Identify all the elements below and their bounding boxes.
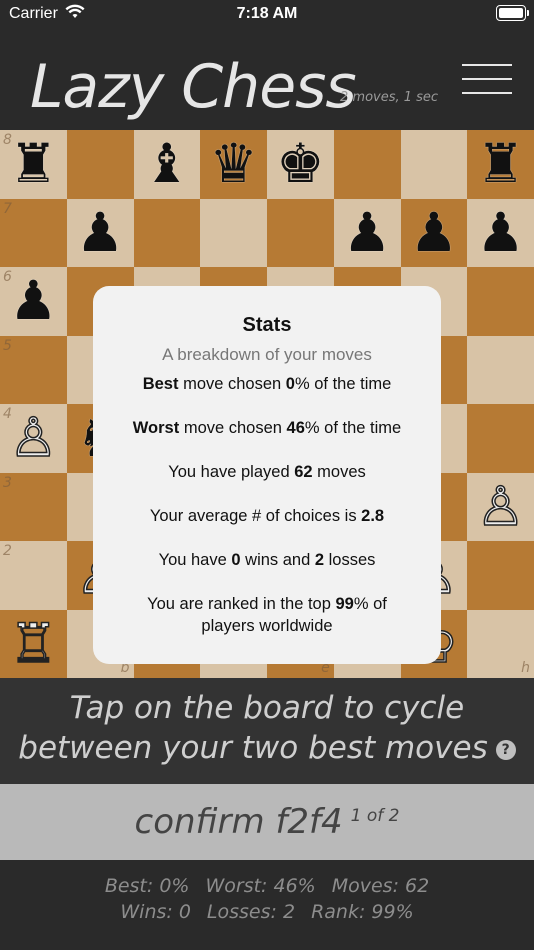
help-icon[interactable]: ? bbox=[495, 739, 516, 760]
stats-footer[interactable]: Best: 0% Worst: 46% Moves: 62 Wins: 0 Losse… bbox=[0, 860, 534, 950]
footer-moves: Moves: 62 bbox=[331, 875, 430, 897]
board-square[interactable] bbox=[200, 198, 267, 267]
modal-title: Stats bbox=[242, 314, 292, 336]
board-square[interactable]: 6 ♟ bbox=[0, 267, 67, 336]
board-square[interactable]: ♖ bbox=[0, 609, 67, 678]
board-square[interactable]: 3 bbox=[0, 472, 67, 541]
confirm-label: confirm bbox=[134, 802, 276, 842]
black-pawn-icon[interactable]: ♟ bbox=[476, 205, 524, 260]
hamburger-menu-icon[interactable] bbox=[462, 64, 512, 96]
board-square[interactable] bbox=[333, 130, 401, 199]
rank-label: 6 bbox=[3, 269, 12, 285]
board-square[interactable] bbox=[467, 404, 534, 473]
rank-stat: You are ranked in the top 99% of players … bbox=[147, 595, 387, 635]
board-square[interactable]: 4 ♙ bbox=[0, 404, 67, 473]
board-square[interactable]: ♛ bbox=[200, 130, 267, 199]
black-king-icon[interactable]: ♚ bbox=[276, 137, 324, 191]
board-square[interactable]: 7 bbox=[0, 198, 67, 267]
battery-icon bbox=[496, 5, 529, 21]
board-square[interactable] bbox=[467, 541, 534, 610]
rank-label: 8 bbox=[3, 132, 12, 148]
black-pawn-icon[interactable]: ♟ bbox=[343, 205, 391, 260]
board-square[interactable]: ♚ bbox=[267, 130, 334, 199]
footer-best: Best: 0% bbox=[104, 875, 190, 897]
white-pawn-icon[interactable]: ♙ bbox=[8, 410, 58, 466]
board-square[interactable] bbox=[400, 130, 468, 199]
average-choices-stat: Your average # of choices is 2.8 bbox=[149, 507, 385, 525]
board-square[interactable]: 5 bbox=[0, 335, 67, 404]
rank-label: 3 bbox=[3, 474, 12, 491]
black-pawn-icon[interactable]: ♟ bbox=[410, 205, 458, 260]
rank-label: 5 bbox=[3, 337, 12, 354]
win-loss-stat: You have 0 wins and 2 losses bbox=[158, 551, 376, 569]
rank-label: 7 bbox=[3, 200, 12, 217]
black-queen-icon[interactable]: ♛ bbox=[209, 137, 257, 191]
modal-subtitle: A breakdown of your moves bbox=[162, 345, 372, 364]
board-square[interactable]: ♜ bbox=[467, 130, 534, 199]
footer-worst: Worst: 46% bbox=[205, 875, 316, 897]
moves-played-stat: You have played 62 moves bbox=[168, 463, 366, 481]
white-rook-icon[interactable]: ♖ bbox=[8, 616, 58, 672]
hint-line-1: Tap on the board to cycle bbox=[69, 690, 465, 726]
board-square[interactable]: ♟ bbox=[333, 198, 401, 267]
board-square[interactable]: 2 bbox=[0, 541, 67, 610]
board-square[interactable]: ♟ bbox=[66, 198, 134, 267]
rank-label: 2 bbox=[3, 543, 12, 559]
white-pawn-icon[interactable]: ♙ bbox=[476, 479, 526, 535]
worst-move-stat: Worst move chosen 46% of the time bbox=[132, 419, 402, 437]
board-square[interactable] bbox=[66, 130, 134, 199]
board-square[interactable] bbox=[133, 198, 201, 267]
confirm-move: f2f4 bbox=[275, 802, 343, 842]
status-time: 7:18 AM bbox=[236, 5, 298, 22]
rank-label: 4 bbox=[3, 406, 12, 422]
hint-line-2: between your two best moves? bbox=[0, 728, 534, 768]
hint-bar: Tap on the board to cycle between your t… bbox=[0, 678, 534, 784]
board-square[interactable]: ♙ bbox=[467, 472, 534, 541]
confirm-button[interactable]: confirm f2f4 1 of 2 bbox=[0, 784, 534, 860]
game-meta: 2 moves, 1 sec bbox=[340, 90, 439, 105]
board-square[interactable]: ♝ bbox=[133, 130, 201, 199]
board-square[interactable]: ♟ bbox=[467, 198, 534, 267]
board-square[interactable]: 8 ♜ bbox=[0, 130, 67, 199]
footer-losses: Losses: 2 bbox=[206, 901, 296, 923]
footer-wins: Wins: 0 bbox=[120, 901, 191, 923]
black-rook-icon[interactable]: ♜ bbox=[9, 137, 57, 191]
board-square[interactable] bbox=[467, 267, 534, 336]
file-label: h bbox=[521, 660, 530, 676]
best-move-stat: Best move chosen 0% of the time bbox=[142, 375, 392, 393]
black-pawn-icon[interactable]: ♟ bbox=[76, 205, 124, 260]
board-square[interactable] bbox=[267, 198, 334, 267]
board-square[interactable] bbox=[467, 335, 534, 404]
black-bishop-icon[interactable]: ♝ bbox=[143, 137, 191, 191]
app-title: Lazy Chess bbox=[30, 52, 357, 122]
board-square[interactable]: h bbox=[467, 609, 534, 678]
app-header: Lazy Chess 2 moves, 1 sec bbox=[0, 30, 534, 130]
black-rook-icon[interactable]: ♜ bbox=[476, 137, 524, 191]
black-pawn-icon[interactable]: ♟ bbox=[9, 274, 57, 328]
status-bar: Carrier 7:18 AM bbox=[0, 0, 534, 30]
footer-rank: Rank: 99% bbox=[311, 901, 414, 923]
board-square[interactable]: ♟ bbox=[400, 198, 468, 267]
move-option-count: 1 of 2 bbox=[350, 806, 400, 826]
stats-modal[interactable]: Stats A breakdown of your moves Best mov… bbox=[93, 286, 441, 664]
